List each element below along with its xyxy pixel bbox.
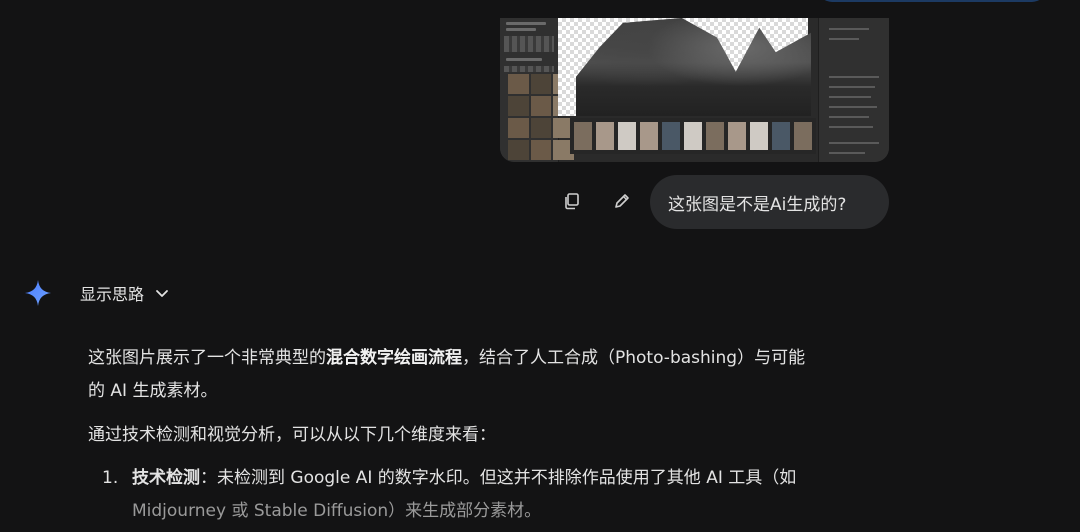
user-message-bubble: 这张图是不是Ai生成的? (650, 175, 889, 229)
ps-artwork (576, 18, 811, 116)
para1-bold: 混合数字绘画流程 (326, 348, 462, 368)
show-thoughts-label: 显示思路 (80, 285, 145, 304)
para1-text-a: 这张图片展示了一个非常典型的 (88, 348, 326, 368)
ps-right-panel (818, 18, 889, 162)
show-thoughts-toggle[interactable]: 显示思路 (80, 281, 170, 305)
list-item-number: 1. (102, 468, 119, 488)
user-message-text: 这张图是不是Ai生成的? (668, 194, 847, 215)
chevron-down-icon (156, 290, 168, 297)
list-item-title: 技术检测 (132, 468, 200, 488)
edit-button[interactable] (607, 186, 637, 216)
ps-image-strip (570, 118, 816, 154)
top-pill (818, 0, 1046, 2)
attached-image-thumbnail[interactable] (500, 18, 889, 162)
response-paragraph-2: 通过技术检测和视觉分析，可以从以下几个维度来看： (88, 419, 888, 452)
response-list: 1. 技术检测：未检测到 Google AI 的数字水印。但这并不排除作品使用了… (88, 462, 888, 528)
gemini-star-icon (25, 280, 51, 306)
para1-line2: 的 AI 生成素材。 (88, 381, 218, 401)
copy-icon (565, 193, 579, 210)
pencil-icon (615, 194, 629, 208)
response-paragraph-1: 这张图片展示了一个非常典型的混合数字绘画流程，结合了人工合成（Photo-bas… (88, 342, 888, 408)
ps-canvas (558, 18, 811, 116)
list-item-text: ：未检测到 Google AI 的数字水印。但这并不排除作品使用了其他 AI 工… (200, 468, 797, 488)
copy-button[interactable] (557, 186, 587, 216)
para2-text: 通过技术检测和视觉分析，可以从以下几个维度来看： (88, 425, 496, 445)
list-item-text-line2: Midjourney 或 Stable Diffusion）来生成部分素材。 (132, 501, 542, 521)
para1-text-b: ，结合了人工合成（Photo-bashing）与可能 (462, 348, 806, 368)
list-item: 1. 技术检测：未检测到 Google AI 的数字水印。但这并不排除作品使用了… (88, 462, 888, 528)
